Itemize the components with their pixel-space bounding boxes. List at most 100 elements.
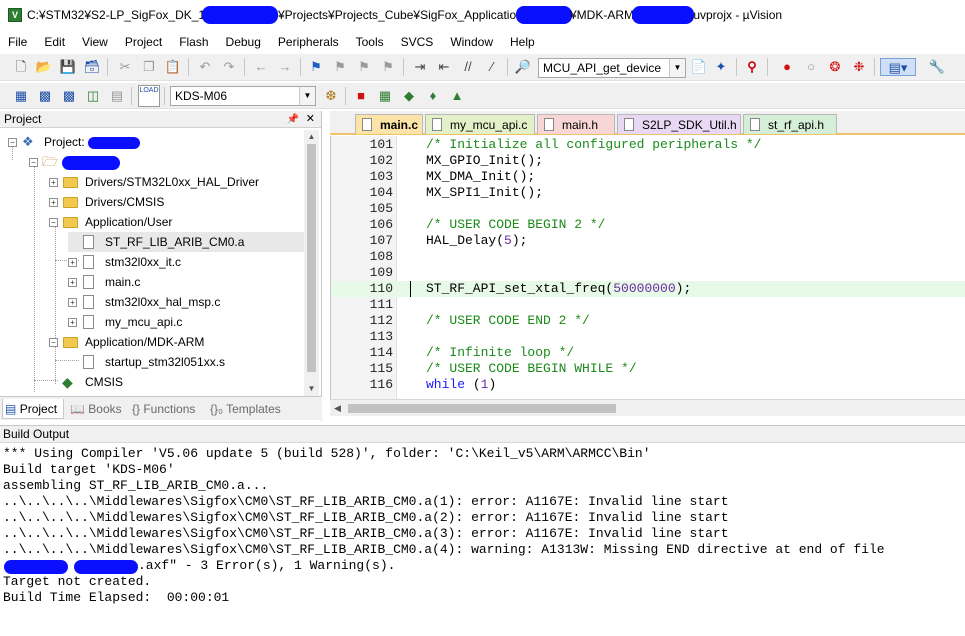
tree-row-file-selected[interactable]: ST_RF_LIB_ARIB_CM0.a bbox=[68, 232, 304, 252]
target-options-icon[interactable]: ❆ bbox=[322, 87, 340, 105]
scroll-up-icon[interactable]: ▲ bbox=[304, 130, 319, 144]
menu-file[interactable]: File bbox=[8, 32, 27, 52]
select-packs-icon[interactable]: ◆ bbox=[400, 87, 418, 105]
configure-icon[interactable]: 🔧 bbox=[928, 58, 946, 76]
uncomment-icon[interactable]: ∕ bbox=[483, 58, 501, 76]
tab-project[interactable]: ▤ Project bbox=[2, 399, 64, 419]
collapse-icon[interactable]: − bbox=[49, 338, 58, 347]
manage-rte-icon[interactable]: ▦ bbox=[376, 87, 394, 105]
scroll-thumb[interactable] bbox=[348, 404, 616, 413]
build-output-panel[interactable]: *** Using Compiler 'V5.06 update 5 (buil… bbox=[0, 444, 965, 636]
tree-row-group[interactable]: − Application/MDK-ARM bbox=[0, 332, 300, 352]
tree-row-group[interactable]: + Drivers/CMSIS bbox=[0, 192, 300, 212]
translate-icon[interactable]: ▦ bbox=[12, 87, 30, 105]
save-all-icon[interactable]: 🗃 bbox=[83, 58, 101, 76]
expand-icon[interactable]: + bbox=[68, 278, 77, 287]
menu-edit[interactable]: Edit bbox=[44, 32, 65, 52]
cut-icon[interactable]: ✂ bbox=[116, 58, 134, 76]
tree-row-target[interactable]: − 🗁 bbox=[0, 152, 300, 172]
expand-icon[interactable]: + bbox=[49, 198, 58, 207]
build-icon[interactable]: ▩ bbox=[36, 87, 54, 105]
run-time-environment-icon[interactable]: ▲ bbox=[448, 87, 466, 105]
unindent-icon[interactable]: ⇤ bbox=[435, 58, 453, 76]
find-in-files-icon[interactable]: 🔎 bbox=[514, 58, 532, 76]
navigate-back-icon[interactable]: ← bbox=[252, 58, 270, 76]
tree-row-file[interactable]: + main.c bbox=[0, 272, 300, 292]
code-editor[interactable]: 101 /* Initialize all configured peripher… bbox=[330, 136, 965, 399]
target-select[interactable]: KDS-M06 ▼ bbox=[170, 86, 316, 106]
tree-row-group[interactable]: − Application/User bbox=[0, 212, 300, 232]
close-icon[interactable]: ✕ bbox=[306, 111, 315, 128]
undo-icon[interactable]: ↶ bbox=[196, 58, 214, 76]
line-number: 102 bbox=[369, 153, 393, 168]
prev-bookmark-icon[interactable]: ⚑ bbox=[331, 58, 349, 76]
menu-debug[interactable]: Debug bbox=[226, 32, 261, 52]
tree-row-group[interactable]: + Drivers/STM32L0xx_HAL_Driver bbox=[0, 172, 300, 192]
batch-build-icon[interactable]: ◫ bbox=[84, 87, 102, 105]
redo-icon[interactable]: ↷ bbox=[220, 58, 238, 76]
next-bookmark-icon[interactable]: ⚑ bbox=[355, 58, 373, 76]
tree-row-project[interactable]: − ❖ Project: bbox=[0, 132, 300, 152]
kill-breakpoints-icon[interactable]: ❉ bbox=[850, 58, 868, 76]
save-icon[interactable]: 💾 bbox=[59, 58, 77, 76]
tab-templates[interactable]: {}₀ Templates bbox=[208, 399, 288, 419]
expand-icon[interactable]: + bbox=[68, 258, 77, 267]
tree-row-file[interactable]: startup_stm32l051xx.s bbox=[0, 352, 300, 372]
copy-icon[interactable]: ❐ bbox=[140, 58, 158, 76]
menu-project[interactable]: Project bbox=[125, 32, 162, 52]
tab-st-rf-api-h[interactable]: st_rf_api.h bbox=[743, 114, 837, 134]
paste-icon[interactable]: 📋 bbox=[164, 58, 182, 76]
tab-main-h[interactable]: main.h bbox=[537, 114, 615, 134]
chevron-down-icon[interactable]: ▼ bbox=[299, 87, 315, 105]
editor-horizontal-scrollbar[interactable]: ◀ bbox=[330, 399, 965, 416]
breakpoint-icon[interactable]: ● bbox=[778, 58, 796, 76]
menu-svcs[interactable]: SVCS bbox=[401, 32, 434, 52]
menu-view[interactable]: View bbox=[82, 32, 108, 52]
tab-main-c[interactable]: main.c bbox=[355, 114, 423, 134]
menu-window[interactable]: Window bbox=[450, 32, 493, 52]
navigate-forward-icon[interactable]: → bbox=[276, 58, 294, 76]
new-file-icon[interactable]: 🗋 bbox=[12, 58, 30, 76]
menu-peripherals[interactable]: Peripherals bbox=[278, 32, 339, 52]
pin-icon[interactable]: 📌 bbox=[287, 111, 299, 128]
scroll-thumb[interactable] bbox=[307, 144, 316, 372]
tab-s2lp-sdk-util-h[interactable]: S2LP_SDK_Util.h bbox=[617, 114, 741, 134]
scroll-down-icon[interactable]: ▼ bbox=[304, 382, 319, 396]
menu-flash[interactable]: Flash bbox=[179, 32, 208, 52]
tree-row-component[interactable]: ◆ CMSIS bbox=[0, 372, 300, 392]
tree-row-file[interactable]: + my_mcu_api.c bbox=[0, 312, 300, 332]
download-load-icon[interactable]: LOAD bbox=[138, 85, 160, 107]
tree-row-file[interactable]: + stm32l0xx_it.c bbox=[0, 252, 300, 272]
window-layout-icon[interactable]: ▤▾ bbox=[880, 58, 916, 76]
collapse-icon[interactable]: − bbox=[29, 158, 38, 167]
tab-functions[interactable]: {} Functions bbox=[130, 399, 204, 419]
expand-icon[interactable]: + bbox=[68, 318, 77, 327]
scroll-left-icon[interactable]: ◀ bbox=[334, 400, 341, 417]
rebuild-icon[interactable]: ▩ bbox=[60, 87, 78, 105]
chevron-down-icon[interactable]: ▼ bbox=[669, 59, 685, 77]
collapse-icon[interactable]: − bbox=[8, 138, 17, 147]
disable-breakpoint-icon[interactable]: ○ bbox=[802, 58, 820, 76]
open-folder-icon[interactable]: 📂 bbox=[35, 58, 53, 76]
clear-bookmarks-icon[interactable]: ⚑ bbox=[379, 58, 397, 76]
comment-icon[interactable]: // bbox=[459, 58, 477, 76]
expand-icon[interactable]: + bbox=[49, 178, 58, 187]
tree-row-file[interactable]: + stm32l0xx_hal_msp.c bbox=[0, 292, 300, 312]
debug-session-icon[interactable]: ⚲ bbox=[743, 58, 761, 76]
expand-icon[interactable]: + bbox=[68, 298, 77, 307]
tab-books[interactable]: 📖 Books bbox=[68, 399, 126, 419]
stop-build-icon[interactable]: ▤ bbox=[108, 87, 126, 105]
bookmark-icon[interactable]: ⚑ bbox=[307, 58, 325, 76]
pack-installer-icon[interactable]: ♦ bbox=[424, 87, 442, 105]
manage-project-items-icon[interactable]: ■ bbox=[352, 87, 370, 105]
collapse-icon[interactable]: − bbox=[49, 218, 58, 227]
menu-help[interactable]: Help bbox=[510, 32, 535, 52]
clear-breakpoints-icon[interactable]: ❂ bbox=[826, 58, 844, 76]
menu-tools[interactable]: Tools bbox=[356, 32, 384, 52]
indent-icon[interactable]: ⇥ bbox=[411, 58, 429, 76]
project-tree-scrollbar[interactable]: ▲ ▼ bbox=[304, 130, 319, 396]
find-icon[interactable]: 📄 bbox=[690, 58, 708, 76]
tab-my-mcu-api-c[interactable]: my_mcu_api.c bbox=[425, 114, 535, 134]
replace-icon[interactable]: ✦ bbox=[712, 58, 730, 76]
function-search-combo[interactable]: MCU_API_get_device ▼ bbox=[538, 58, 686, 78]
